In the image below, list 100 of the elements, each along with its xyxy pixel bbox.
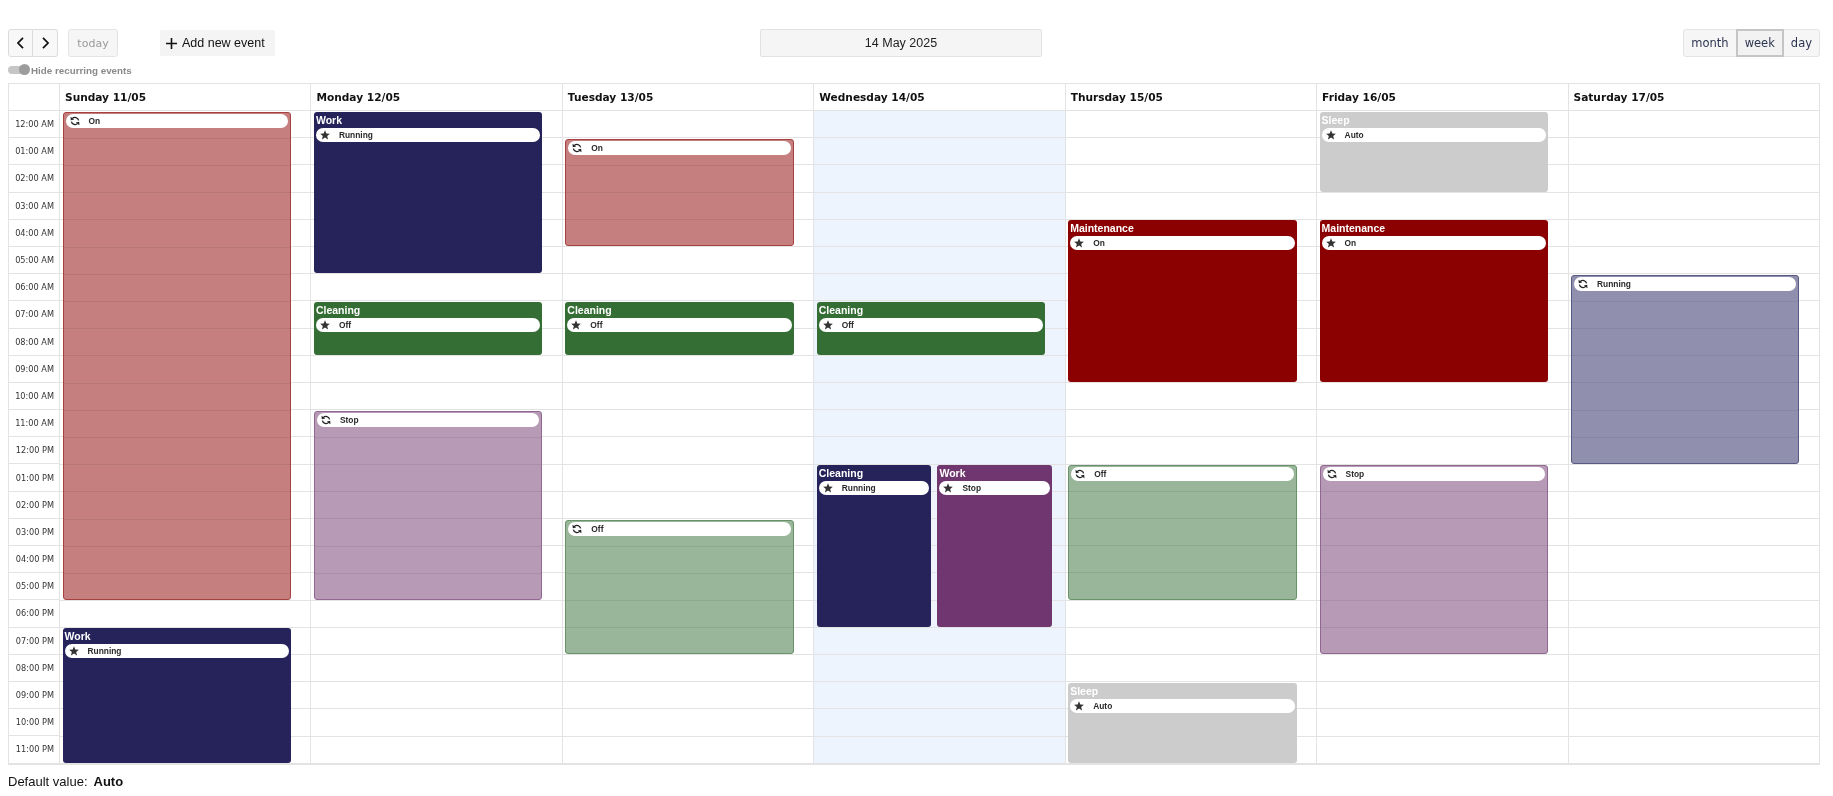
default-value: Auto bbox=[93, 774, 124, 790]
date-field[interactable]: 14 May 2025 bbox=[760, 29, 1042, 57]
event-block[interactable]: Cleaning Off bbox=[816, 301, 1046, 355]
status-label: On bbox=[88, 115, 101, 126]
repeat-icon bbox=[69, 115, 80, 126]
chevron-right-icon bbox=[41, 37, 49, 49]
view-button[interactable]: week bbox=[1735, 29, 1784, 57]
event-block[interactable]: Cleaning Off bbox=[565, 301, 794, 355]
time-label: 05:00 AM bbox=[15, 255, 54, 266]
time-label: 01:00 PM bbox=[15, 472, 54, 483]
time-label: 04:00 AM bbox=[15, 227, 54, 238]
time-label: 11:00 AM bbox=[15, 418, 54, 429]
event-block[interactable]: Maintenance On bbox=[1319, 220, 1549, 382]
previous-button[interactable] bbox=[8, 29, 33, 57]
event-block[interactable]: Maintenance On bbox=[1068, 220, 1297, 382]
day-header: Tuesday 13/05 bbox=[567, 91, 654, 103]
time-label: 03:00 AM bbox=[15, 200, 54, 211]
time-label: 08:00 AM bbox=[15, 336, 54, 347]
event-block[interactable]: Off bbox=[565, 519, 794, 654]
event-block[interactable]: Running bbox=[1571, 274, 1800, 464]
star-icon bbox=[822, 319, 833, 330]
event-title: Work bbox=[64, 629, 91, 645]
star-icon bbox=[822, 483, 833, 494]
time-label: 09:00 AM bbox=[15, 363, 54, 374]
event-title: Work bbox=[939, 466, 966, 482]
status-label: Stop bbox=[339, 414, 359, 425]
event-block[interactable]: Cleaning Off bbox=[313, 301, 543, 355]
event-block[interactable]: On bbox=[565, 138, 794, 246]
time-label: 06:00 AM bbox=[15, 282, 54, 293]
status-label: Stop bbox=[1345, 469, 1365, 480]
time-label: 11:00 PM bbox=[15, 744, 54, 755]
time-label: 03:00 PM bbox=[15, 526, 54, 537]
star-icon bbox=[1074, 238, 1085, 249]
time-label: 07:00 PM bbox=[15, 635, 54, 646]
star-icon bbox=[319, 319, 330, 330]
event-title: Work bbox=[315, 112, 342, 128]
status-label: On bbox=[1344, 238, 1357, 249]
event-block[interactable]: Off bbox=[1068, 465, 1297, 600]
event-block[interactable]: Cleaning Running bbox=[816, 465, 932, 627]
time-label: 05:00 PM bbox=[15, 581, 54, 592]
event-title: Cleaning bbox=[567, 302, 612, 318]
default-value-label: Default value: bbox=[8, 774, 88, 790]
time-label: 10:00 PM bbox=[15, 717, 54, 728]
repeat-icon bbox=[1075, 469, 1086, 480]
status-label: Running bbox=[841, 483, 876, 494]
time-label: 07:00 AM bbox=[15, 309, 54, 320]
day-header: Thursday 15/05 bbox=[1070, 91, 1163, 103]
star-icon bbox=[319, 129, 330, 140]
event-title: Cleaning bbox=[818, 466, 864, 482]
day-header: Wednesday 14/05 bbox=[819, 91, 925, 103]
day-header: Friday 16/05 bbox=[1322, 91, 1396, 103]
day-header: Saturday 17/05 bbox=[1573, 91, 1665, 103]
time-label: 12:00 PM bbox=[15, 445, 54, 456]
event-title: Cleaning bbox=[315, 302, 361, 318]
event-title: Cleaning bbox=[818, 302, 864, 318]
event-title: Maintenance bbox=[1070, 221, 1134, 237]
time-label: 04:00 PM bbox=[15, 554, 54, 565]
status-label: On bbox=[1093, 238, 1105, 249]
status-label: Off bbox=[338, 319, 351, 330]
event-block[interactable]: Work Running bbox=[313, 111, 543, 274]
time-label: 02:00 PM bbox=[15, 499, 54, 510]
status-label: Running bbox=[87, 646, 122, 657]
event-block[interactable]: Work Stop bbox=[937, 465, 1053, 627]
next-button[interactable] bbox=[33, 29, 58, 57]
time-label: 08:00 PM bbox=[15, 662, 54, 673]
repeat-icon bbox=[572, 142, 583, 153]
status-label: Off bbox=[1094, 469, 1107, 480]
time-label: 09:00 PM bbox=[15, 690, 54, 701]
event-block[interactable]: On bbox=[62, 111, 291, 600]
repeat-icon bbox=[320, 414, 331, 425]
repeat-icon bbox=[572, 523, 583, 534]
status-label: Off bbox=[841, 319, 854, 330]
status-label: Off bbox=[590, 319, 603, 330]
status-label: Auto bbox=[1344, 129, 1364, 140]
chevron-left-icon bbox=[17, 37, 24, 49]
view-button[interactable]: month bbox=[1683, 29, 1737, 57]
view-button[interactable]: day bbox=[1782, 29, 1820, 57]
event-title: Maintenance bbox=[1321, 221, 1386, 237]
event-block[interactable]: Stop bbox=[1319, 465, 1549, 654]
event-block[interactable]: Work Running bbox=[62, 628, 291, 763]
toggle-label: Hide recurring events bbox=[31, 64, 132, 76]
repeat-icon bbox=[1326, 469, 1337, 480]
star-icon bbox=[1074, 700, 1085, 711]
status-label: Running bbox=[338, 129, 373, 140]
repeat-icon bbox=[1578, 278, 1589, 289]
time-label: 01:00 AM bbox=[15, 146, 54, 157]
add-event-button[interactable]: Add new event bbox=[160, 30, 275, 56]
event-block[interactable]: Stop bbox=[313, 410, 543, 600]
star-icon bbox=[943, 483, 954, 494]
time-label: 02:00 AM bbox=[15, 173, 54, 184]
star-icon bbox=[1325, 238, 1336, 249]
status-label: Off bbox=[591, 523, 604, 534]
status-label: Stop bbox=[962, 483, 982, 494]
day-header: Sunday 11/05 bbox=[65, 91, 147, 103]
plus-icon bbox=[166, 37, 177, 49]
time-label: 06:00 PM bbox=[15, 608, 54, 619]
star-icon bbox=[571, 319, 582, 330]
day-header: Monday 12/05 bbox=[316, 91, 401, 103]
star-icon bbox=[68, 646, 79, 657]
toggle-switch[interactable] bbox=[8, 64, 30, 76]
